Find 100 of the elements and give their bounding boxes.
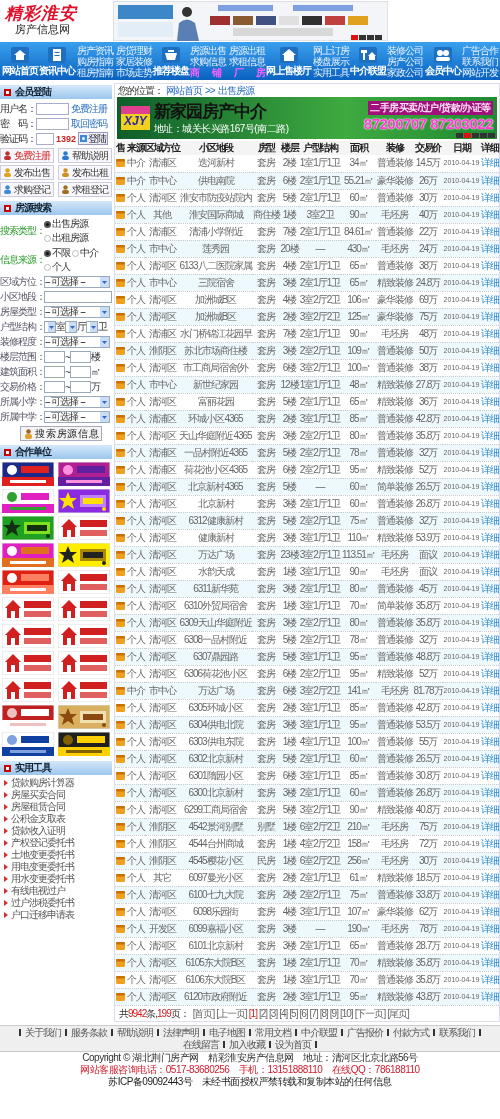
footer-link[interactable]: 广告报价 [347, 1026, 383, 1038]
footer-link[interactable]: 关于我们 [25, 1026, 61, 1038]
nav-sublink[interactable]: 实用工具 [312, 66, 349, 78]
page-link[interactable]: [首页] [192, 1007, 215, 1019]
page-link[interactable]: [下一页] [354, 1007, 386, 1019]
nav-sublink[interactable]: 房产公司 [387, 55, 424, 67]
select-field[interactable]: -- 可选择 -- [44, 306, 110, 318]
nav-sublink[interactable]: 房贷理财 [115, 44, 152, 56]
tool-link[interactable]: 贷款收入证明 [4, 825, 108, 837]
page-link[interactable]: [1] [248, 1007, 257, 1019]
radio-button[interactable] [44, 263, 51, 271]
select-field[interactable] [86, 321, 98, 333]
radio-label[interactable]: 出租房源 [52, 231, 88, 245]
nav-sublink[interactable]: 家居装修 [115, 55, 152, 67]
tool-link[interactable]: 房屋租赁合同 [4, 801, 108, 813]
footer-link[interactable]: 帮助说明 [117, 1026, 153, 1038]
input-field[interactable] [36, 117, 69, 130]
input-field[interactable] [44, 366, 65, 378]
nav-sublink[interactable]: 房源出售 [190, 44, 227, 56]
radio-button[interactable] [72, 249, 79, 257]
page-link[interactable]: [10] [339, 1007, 353, 1019]
input-field[interactable] [69, 381, 91, 393]
input-field[interactable] [69, 351, 91, 363]
nav-sublink[interactable]: 购房指南 [76, 55, 113, 67]
footer-link[interactable]: 联系我们 [439, 1026, 475, 1038]
input-field[interactable] [44, 291, 112, 303]
nav-link[interactable]: 推荐楼盘 [152, 46, 189, 76]
radio-button[interactable] [44, 249, 51, 257]
radio-label[interactable]: 中介 [80, 246, 98, 260]
breadcrumb-link[interactable]: 网站首页 [166, 84, 202, 97]
nav-sublink[interactable]: 网站开发 [461, 66, 498, 78]
page-link[interactable]: [7] [309, 1007, 318, 1019]
page-link[interactable]: [4] [279, 1007, 288, 1019]
nav-link[interactable]: 网站首页 [2, 46, 38, 76]
tool-link[interactable]: 房屋买卖合同 [4, 789, 108, 801]
nav-sublink[interactable]: 房产资讯 [76, 44, 113, 56]
tool-link[interactable]: 产权登记委托书 [4, 837, 108, 849]
select-field[interactable] [44, 321, 56, 333]
tool-link[interactable]: 用电变更委托书 [4, 861, 108, 873]
action-button[interactable]: 发布出租 [58, 165, 112, 180]
select-field[interactable]: -- 可选择 -- [44, 276, 110, 288]
nav-link[interactable]: 会员中心 [424, 46, 461, 76]
radio-button[interactable] [44, 220, 51, 228]
nav-sublink[interactable]: 联系我们 [461, 55, 498, 67]
nav-link[interactable]: 网上售楼厅 [266, 46, 312, 76]
tool-link[interactable]: 户口迁移申请表 [4, 909, 108, 921]
nav-sublink[interactable]: 求租信息 [229, 55, 266, 67]
radio-label[interactable]: 不限 [52, 246, 70, 260]
footer-link[interactable]: 设为首页 [275, 1038, 311, 1050]
footer-link[interactable]: 在线留言 [183, 1038, 219, 1050]
radio-label[interactable]: 出售房源 [52, 217, 88, 231]
footer-link[interactable]: 付款方式 [393, 1026, 429, 1038]
nav-sublink[interactable]: 房源出租 [229, 44, 266, 56]
select-field[interactable]: -- 可选择 -- [44, 336, 110, 348]
tool-link[interactable]: 公积金支取表 [4, 813, 108, 825]
breadcrumb-link[interactable]: 出售房源 [217, 84, 254, 97]
action-button[interactable]: 帮助说明 [58, 148, 112, 163]
nav-sublink[interactable]: 市场走势 [115, 66, 152, 78]
action-button[interactable]: 发布出售 [0, 165, 54, 180]
select-field[interactable] [65, 321, 77, 333]
nav-link[interactable]: 资讯中心 [39, 46, 76, 76]
page-link[interactable]: [尾页] [387, 1007, 409, 1019]
link[interactable]: 免费注册 [71, 101, 107, 116]
tool-link[interactable]: 用水变更委托书 [4, 873, 108, 885]
nav-sublink[interactable]: 广告合作 [461, 44, 498, 56]
action-button[interactable]: 求购登记 [0, 182, 54, 197]
page-link[interactable]: [2] [258, 1007, 268, 1019]
footer-link[interactable]: 法律声明 [163, 1026, 199, 1038]
input-field[interactable] [44, 381, 65, 393]
select-field[interactable]: -- 可选择 -- [44, 396, 110, 408]
tool-link[interactable]: 过户涉税委托书 [4, 897, 108, 909]
link[interactable]: 取回密码 [71, 116, 107, 131]
tool-link[interactable]: 土地变更委托书 [4, 849, 108, 861]
input-field[interactable] [36, 102, 69, 115]
action-button[interactable]: 求租登记 [58, 182, 112, 197]
footer-link[interactable]: 电子地图 [209, 1026, 245, 1038]
nav-link[interactable]: 中介联盟 [350, 46, 387, 76]
page-link[interactable]: [8] [319, 1007, 328, 1019]
logo-title[interactable]: 精彩淮安 [5, 3, 113, 23]
footer-link[interactable]: 常用文档 [255, 1026, 291, 1038]
page-link[interactable]: [上一页] [216, 1007, 247, 1019]
page-link[interactable]: [3] [269, 1007, 278, 1019]
nav-sublink[interactable]: 网上订房 [312, 44, 349, 56]
nav-sublink[interactable]: 家政公司 [387, 66, 424, 78]
input-field[interactable] [69, 366, 91, 378]
search-button[interactable]: 搜 索 房 源 信 息 [20, 426, 102, 441]
footer-link[interactable]: 中介联盟 [301, 1026, 337, 1038]
radio-button[interactable] [44, 234, 51, 242]
page-link[interactable]: [6] [299, 1007, 308, 1019]
page-link[interactable]: [9] [329, 1007, 338, 1019]
input-field[interactable] [36, 132, 54, 145]
action-button[interactable]: 免费注册 [0, 148, 54, 163]
tool-link[interactable]: 有线电视过户 [4, 885, 108, 897]
input-field[interactable] [44, 351, 65, 363]
nav-sublink[interactable]: 装修公司 [387, 44, 424, 56]
nav-sublink[interactable]: 楼盘展示 [312, 55, 349, 67]
nav-sublink[interactable]: 租房指南 [76, 66, 113, 78]
page-link[interactable]: [5] [289, 1007, 298, 1019]
login-button[interactable]: 登陆 [78, 132, 109, 145]
select-field[interactable]: -- 可选择 -- [44, 411, 110, 423]
